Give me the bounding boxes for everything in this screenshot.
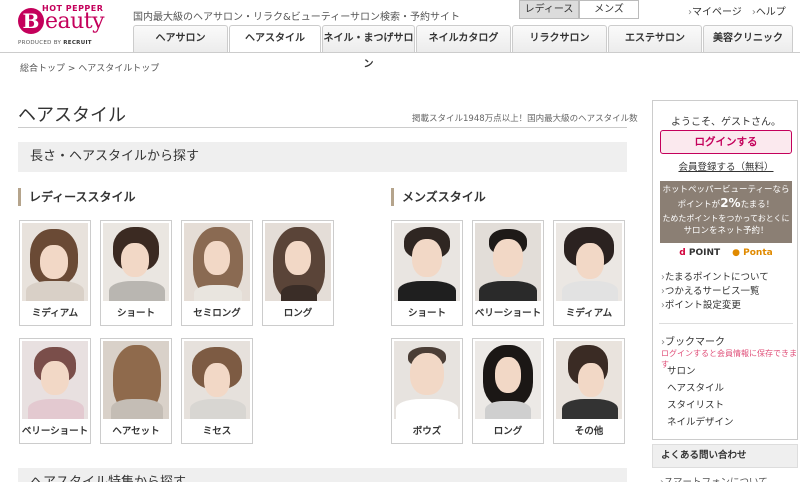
style-photo bbox=[475, 341, 541, 419]
point-logos: d POINT ● Ponta bbox=[653, 248, 799, 258]
gender-switch: レディース メンズ bbox=[519, 0, 639, 19]
nav-nail-catalog[interactable]: ネイルカタログ bbox=[416, 25, 511, 52]
mens-style-tile[interactable]: ミディアム bbox=[553, 220, 625, 326]
logo-wordmark: eauty bbox=[45, 9, 105, 34]
style-label: ベリーショート bbox=[21, 426, 89, 437]
style-photo bbox=[265, 223, 331, 301]
ladies-style-tile[interactable]: ミセス bbox=[181, 338, 253, 444]
mens-style-tile[interactable]: ロング bbox=[472, 338, 544, 444]
style-photo bbox=[103, 223, 169, 301]
style-label: ボウズ bbox=[412, 426, 442, 437]
title-divider bbox=[18, 127, 627, 128]
promo-line-4: サロンをネット予約！ bbox=[683, 226, 769, 236]
style-label: ロング bbox=[493, 426, 523, 437]
logo-b-mark: B bbox=[18, 8, 44, 34]
mens-style-tile[interactable]: ショート bbox=[391, 220, 463, 326]
nav-divider bbox=[0, 52, 800, 53]
page-title: ヘアスタイル bbox=[18, 105, 126, 126]
ladies-style-tile[interactable]: ロング bbox=[262, 220, 334, 326]
bookmark-list: サロン ヘアスタイル スタイリスト ネイルデザイン bbox=[667, 363, 734, 431]
bookmark-stylist[interactable]: スタイリスト bbox=[667, 397, 734, 414]
ladies-style-tile[interactable]: ショート bbox=[100, 220, 172, 326]
sidebar: ようこそ、ゲストさん。 ログインする 会員登録する（無料） ホットペッパービュー… bbox=[652, 100, 798, 440]
points-promo-banner[interactable]: ホットペッパービューティーなら ポイントが2%たまる！ ためたポイントをつかって… bbox=[660, 181, 792, 243]
welcome-text: ようこそ、ゲストさん。 bbox=[671, 117, 781, 128]
mypage-link[interactable]: マイページ bbox=[688, 3, 742, 18]
faq-heading: よくある問い合わせ bbox=[652, 444, 798, 468]
faq-item[interactable]: スマートフォンについて bbox=[660, 474, 768, 482]
style-label: ミディアム bbox=[31, 308, 79, 319]
sidebar-divider bbox=[659, 323, 793, 324]
style-label: セミロング bbox=[193, 308, 241, 319]
mens-style-tile[interactable]: その他 bbox=[553, 338, 625, 444]
section-length-heading: 長さ・ヘアスタイルから探す bbox=[18, 142, 627, 172]
register-link[interactable]: 会員登録する（無料） bbox=[653, 159, 799, 173]
tab-ladies[interactable]: レディース bbox=[519, 0, 579, 19]
ladies-style-tile[interactable]: ヘアセット bbox=[100, 338, 172, 444]
mens-heading: メンズスタイル bbox=[391, 188, 486, 206]
ponta-logo: ● Ponta bbox=[732, 248, 773, 258]
page-subtitle: 掲載スタイル1948万点以上！国内最大級のヘアスタイル数 bbox=[412, 114, 638, 124]
tab-mens[interactable]: メンズ bbox=[579, 0, 639, 19]
style-label: その他 bbox=[574, 426, 604, 437]
login-button[interactable]: ログインする bbox=[660, 130, 792, 154]
bookmark-nail-design[interactable]: ネイルデザイン bbox=[667, 414, 734, 431]
style-label: ショート bbox=[116, 308, 155, 319]
ladies-style-tile[interactable]: ミディアム bbox=[19, 220, 91, 326]
ladies-style-tile[interactable]: ベリーショート bbox=[19, 338, 91, 444]
style-label: ベリーショート bbox=[474, 308, 542, 319]
nav-esthe-salon[interactable]: エステサロン bbox=[608, 25, 702, 52]
site-tagline: 国内最大級のヘアサロン・リラク&ビューティーサロン検索・予約サイト bbox=[133, 12, 460, 23]
main-nav: ヘアサロン ヘアスタイル ネイル・まつげサロン ネイルカタログ リラクサロン エ… bbox=[133, 25, 794, 70]
style-photo bbox=[22, 223, 88, 301]
style-label: ロング bbox=[283, 308, 313, 319]
style-photo bbox=[184, 223, 250, 301]
style-label: ミディアム bbox=[565, 308, 613, 319]
ladies-style-tile[interactable]: セミロング bbox=[181, 220, 253, 326]
dpoint-logo: d POINT bbox=[679, 248, 721, 258]
style-photo bbox=[475, 223, 541, 301]
style-photo bbox=[394, 341, 460, 419]
breadcrumb[interactable]: 総合トップ > ヘアスタイルトップ bbox=[20, 61, 159, 74]
mens-style-tile[interactable]: ベリーショート bbox=[472, 220, 544, 326]
style-photo bbox=[184, 341, 250, 419]
section-feature-heading: ヘアスタイル特集から探す bbox=[18, 468, 627, 482]
style-photo bbox=[103, 341, 169, 419]
promo-line-3: ためたポイントをつかっておとくに bbox=[662, 214, 790, 223]
style-label: ショート bbox=[407, 308, 446, 319]
help-link[interactable]: ヘルプ bbox=[752, 3, 786, 18]
style-photo bbox=[394, 223, 460, 301]
mens-style-tile[interactable]: ボウズ bbox=[391, 338, 463, 444]
nav-beauty-clinic[interactable]: 美容クリニック bbox=[703, 25, 793, 52]
bookmark-hairstyle[interactable]: ヘアスタイル bbox=[667, 380, 734, 397]
point-settings-link[interactable]: ポイント設定変更 bbox=[661, 299, 769, 313]
style-photo bbox=[556, 341, 622, 419]
style-photo bbox=[556, 223, 622, 301]
style-label: ヘアセット bbox=[112, 426, 160, 437]
logo-produced-by: PRODUCED BY RECRUIT bbox=[18, 40, 92, 46]
point-links: たまるポイントについて つかえるサービス一覧 ポイント設定変更 bbox=[661, 271, 769, 313]
bookmark-salon[interactable]: サロン bbox=[667, 363, 734, 380]
nav-nail-eyelash[interactable]: ネイル・まつげサロン bbox=[322, 25, 415, 70]
top-links: マイページ ヘルプ bbox=[688, 3, 786, 18]
style-photo bbox=[22, 341, 88, 419]
ladies-heading: レディーススタイル bbox=[18, 188, 136, 206]
nav-hairstyle[interactable]: ヘアスタイル bbox=[229, 25, 321, 53]
nav-hair-salon[interactable]: ヘアサロン bbox=[133, 25, 228, 52]
promo-line-2: ポイントが2%たまる！ bbox=[677, 196, 775, 211]
bookmark-title[interactable]: ブックマーク bbox=[661, 333, 725, 348]
style-label: ミセス bbox=[202, 426, 232, 437]
point-services-link[interactable]: つかえるサービス一覧 bbox=[661, 285, 769, 299]
point-info-link[interactable]: たまるポイントについて bbox=[661, 271, 769, 285]
nav-relax-salon[interactable]: リラクサロン bbox=[512, 25, 607, 52]
logo[interactable]: HOT PEPPER B eauty PRODUCED BY RECRUIT bbox=[14, 4, 124, 50]
